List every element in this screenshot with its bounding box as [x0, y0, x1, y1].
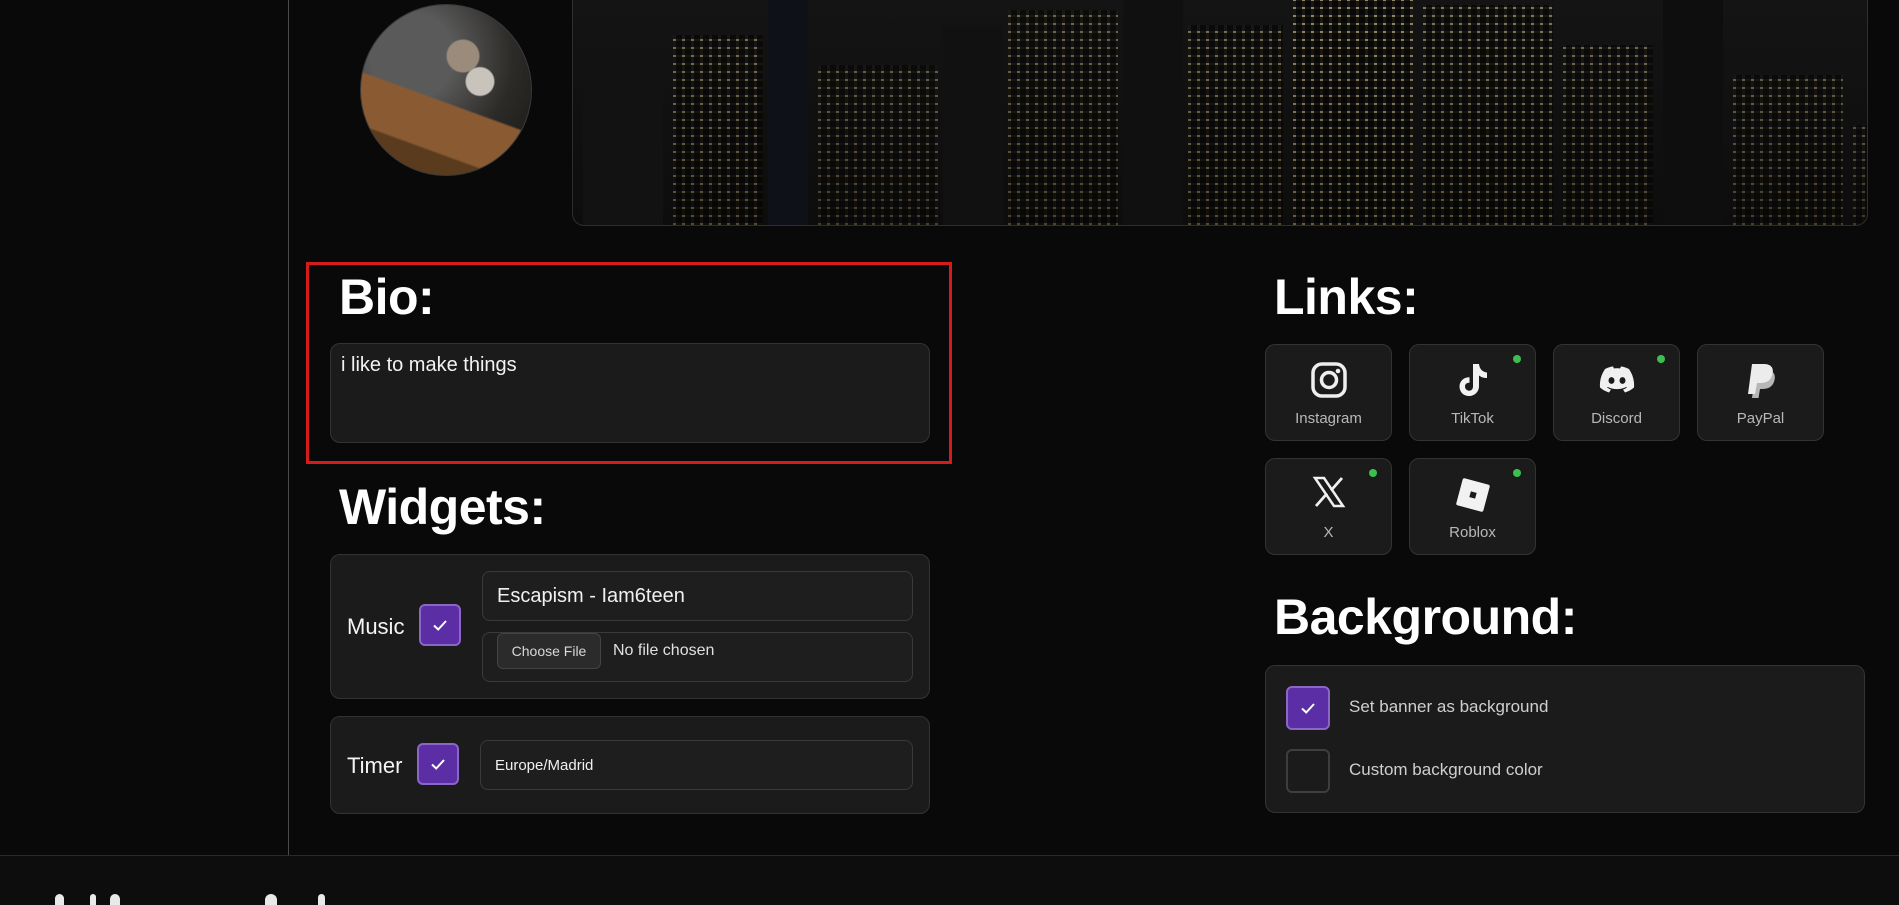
sidebar-divider: [288, 0, 289, 855]
footer: [0, 856, 1899, 905]
link-label: PayPal: [1736, 410, 1785, 427]
music-label: Music: [347, 614, 405, 639]
tiktok-icon: [1459, 364, 1487, 396]
music-file-input[interactable]: Choose File No file chosen: [482, 632, 913, 682]
footer-text-fragment: [55, 894, 64, 905]
link-tiktok[interactable]: TikTok: [1409, 344, 1536, 441]
custom-color-checkbox[interactable]: [1286, 749, 1330, 793]
custom-color-label: Custom background color: [1349, 760, 1543, 779]
choose-file-button[interactable]: Choose File: [497, 633, 601, 669]
link-label: TikTok: [1451, 410, 1494, 427]
links-heading: Links:: [1274, 269, 1419, 325]
music-song-input[interactable]: Escapism - Iam6teen: [482, 571, 913, 621]
paypal-icon: [1747, 364, 1775, 398]
link-label: Instagram: [1295, 410, 1362, 427]
timer-label: Timer: [347, 753, 403, 778]
banner-background-label: Set banner as background: [1349, 697, 1549, 716]
background-heading: Background:: [1274, 589, 1577, 645]
timer-checkbox[interactable]: [417, 743, 459, 785]
link-instagram[interactable]: Instagram: [1265, 344, 1392, 441]
music-song-value: Escapism - Iam6teen: [497, 585, 685, 607]
banner-background-checkbox[interactable]: [1286, 686, 1330, 730]
background-options-card: [1265, 665, 1865, 813]
check-icon: [433, 620, 447, 631]
timezone-value: Europe/Madrid: [495, 757, 594, 774]
link-discord[interactable]: Discord: [1553, 344, 1680, 441]
bio-highlight-box: [306, 262, 952, 464]
timezone-input[interactable]: Europe/Madrid: [480, 740, 913, 790]
link-label: Discord: [1591, 410, 1642, 427]
link-x[interactable]: X: [1265, 458, 1392, 555]
check-icon: [431, 759, 445, 770]
file-status-text: No file chosen: [613, 642, 715, 659]
profile-avatar[interactable]: [360, 4, 532, 176]
link-label: Roblox: [1449, 524, 1496, 541]
x-icon: [1312, 476, 1345, 508]
footer-text-fragment: [318, 894, 325, 905]
music-checkbox[interactable]: [419, 604, 461, 646]
link-paypal[interactable]: PayPal: [1697, 344, 1824, 441]
link-label: X: [1323, 524, 1334, 541]
footer-text-fragment: [265, 894, 277, 905]
check-icon: [1301, 703, 1315, 714]
roblox-icon: [1455, 478, 1490, 512]
instagram-icon: [1310, 362, 1347, 398]
discord-icon: [1599, 366, 1634, 393]
footer-text-fragment: [110, 894, 120, 905]
profile-banner[interactable]: [572, 0, 1868, 226]
footer-text-fragment: [90, 894, 96, 905]
link-roblox[interactable]: Roblox: [1409, 458, 1536, 555]
widgets-heading: Widgets:: [339, 479, 546, 535]
